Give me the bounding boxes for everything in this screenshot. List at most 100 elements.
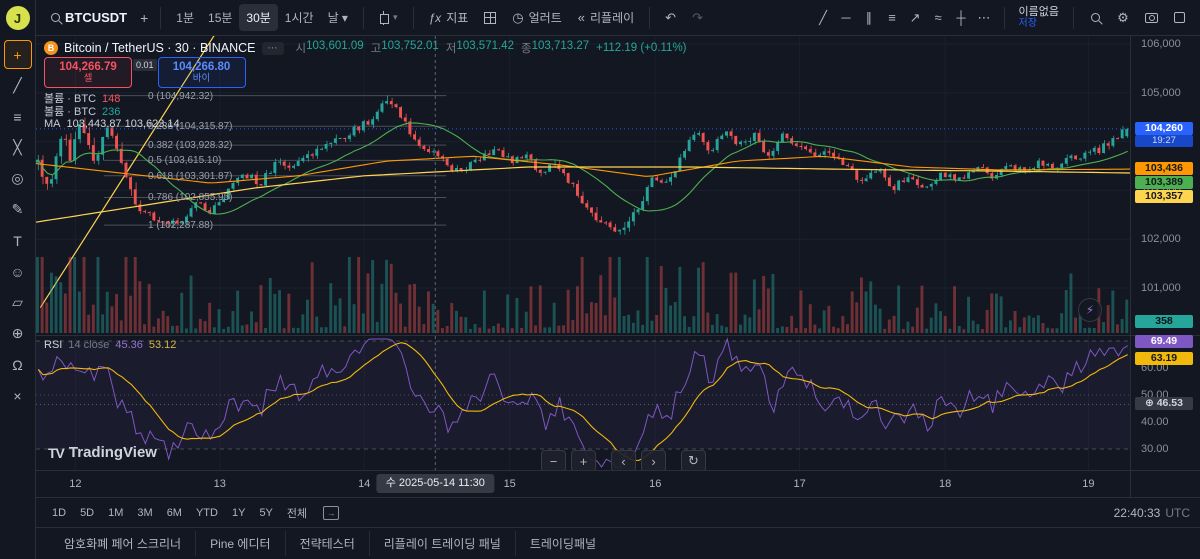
fullscreen-button[interactable] [1166, 5, 1192, 31]
timeframe-1hour[interactable]: 1시간 [278, 4, 321, 31]
range-ytd[interactable]: YTD [190, 504, 224, 522]
chevron-down-icon: ▾ [393, 12, 398, 23]
low-label: 저 [446, 40, 457, 56]
settings-button[interactable]: ⚙ [1110, 5, 1136, 31]
time-axis[interactable]: 1213141516171819수 2025-05-14 11:30 [36, 470, 1130, 497]
timeframe-1day[interactable]: 날 ▾ [321, 4, 355, 31]
range-5d[interactable]: 5D [74, 504, 100, 522]
countdown-tag: 19:27 [1135, 135, 1193, 147]
range-6m[interactable]: 6M [161, 504, 188, 522]
volume-value-tag: 358 [1135, 315, 1193, 328]
range-1y[interactable]: 1Y [226, 504, 251, 522]
quick-search-button[interactable] [1082, 5, 1108, 31]
close-value: 103,713.27 [532, 40, 590, 56]
timeframe-30min[interactable]: 30분 [239, 4, 277, 31]
brush-tool[interactable]: ✎ [4, 195, 32, 224]
order-panel: 104,266.79 셀 0.01 104,266.80 바이 [44, 57, 246, 88]
layout-save-button[interactable]: 이름없음 저장 [1013, 6, 1065, 30]
trend-line-tool[interactable]: ╱ [4, 71, 32, 100]
layout-grid-button[interactable] [477, 7, 503, 29]
range-1m[interactable]: 1M [102, 504, 129, 522]
redo-button[interactable]: ↷ [685, 5, 710, 31]
measure-tool[interactable]: ▱ [4, 288, 32, 317]
sell-button[interactable]: 104,266.79 셀 [44, 57, 132, 88]
range-1d[interactable]: 1D [46, 504, 72, 522]
fav-trend-line-icon[interactable]: ╱ [812, 6, 835, 30]
indicator-value: 236 [102, 106, 120, 119]
magnet-tool[interactable]: Ω [4, 350, 32, 379]
symbol-title[interactable]: Bitcoin / TetherUS · 30 · BINANCE [64, 41, 256, 55]
symbol-search-button[interactable]: BTCUSDT [44, 5, 134, 30]
fav-arrow-icon[interactable]: ↗ [904, 6, 927, 30]
goto-arrow-icon: → [327, 508, 336, 518]
scroll-right-button[interactable]: › [641, 450, 666, 470]
tab-trading-panel[interactable]: 트레이딩패널 [515, 531, 610, 556]
undo-icon: ↶ [665, 10, 676, 26]
fav-more-tools-icon[interactable]: ⋯ [973, 6, 996, 30]
fav-fib-retracement-icon[interactable]: ≡ [881, 6, 904, 30]
high-label: 고 [371, 40, 382, 56]
price-axis[interactable]: 106,000105,000104,000103,000102,000101,0… [1130, 36, 1200, 470]
reset-chart-button[interactable]: ↻ [681, 450, 706, 470]
fib-level-label: 0.382 (103,928.32) [148, 140, 233, 151]
rsi-axis-label: 30.00 [1141, 443, 1169, 455]
fav-curve-icon[interactable]: ≈ [927, 6, 950, 30]
zoom-in-button[interactable]: + [571, 450, 596, 470]
undo-button[interactable]: ↶ [658, 5, 683, 31]
camera-icon [1145, 13, 1158, 23]
snapshot-button[interactable] [1138, 5, 1164, 31]
boost-button[interactable]: ⚡ [1078, 298, 1102, 322]
tradingview-logo[interactable]: TV TradingView [48, 444, 157, 461]
tab-replay-trading-panel[interactable]: 리플레이 트레이딩 패널 [369, 531, 515, 556]
fib-level-label: 0.786 (102,855.95) [148, 192, 233, 203]
forecast-tool[interactable]: ◎ [4, 164, 32, 193]
change-percent: +112.19 (+0.11%) [596, 42, 686, 54]
compare-add-symbol-icon[interactable]: + [136, 10, 152, 26]
range-selector: 1D5D1M3M6MYTD1Y5Y전체 [46, 502, 313, 524]
toolbar-divider [413, 7, 414, 29]
tab-crypto-pair-screener[interactable]: 암호화폐 페어 스크리너 [50, 531, 195, 556]
emoji-tool[interactable]: ☺ [4, 257, 32, 286]
replay-button[interactable]: « 리플레이 [571, 4, 641, 31]
time-axis-label: 19 [1082, 478, 1094, 490]
fav-cross-line-icon[interactable]: ┼ [950, 6, 973, 30]
fib-level-label: 0 (104,942.32) [148, 91, 213, 102]
clock[interactable]: 22:40:33 UTC [1114, 506, 1190, 520]
toolbar-divider [363, 7, 364, 29]
eraser-tool[interactable]: × [4, 381, 32, 410]
open-value: 103,601.09 [306, 40, 364, 56]
indicators-icon: ƒx [429, 11, 442, 25]
indicators-button[interactable]: ƒx 지표 [422, 4, 476, 31]
chart-type-button[interactable]: ▾ [372, 6, 405, 30]
candlestick-icon [379, 11, 388, 25]
close-label: 종 [521, 40, 532, 56]
text-tool[interactable]: T [4, 226, 32, 255]
crosshair-tool[interactable]: + [4, 40, 32, 69]
goto-date-button[interactable]: → [323, 506, 339, 520]
timeframe-group: 1분15분30분1시간날 ▾ [169, 4, 355, 31]
legend-more-menu[interactable]: ⋯ [262, 42, 284, 55]
fav-parallel-channel-icon[interactable]: ∥ [858, 6, 881, 30]
toolbar-divider [1073, 7, 1074, 29]
bitcoin-icon: B [44, 41, 58, 55]
range-5y[interactable]: 5Y [253, 504, 278, 522]
fib-level-label: 0.5 (103,615.10) [148, 155, 221, 166]
alert-button[interactable]: ◷ 얼러트 [505, 4, 568, 31]
tab-pine-editor[interactable]: Pine 에디터 [195, 531, 284, 556]
clock-timezone: UTC [1165, 506, 1190, 520]
indicator-legend-row[interactable]: 볼륨 · BTC236 [44, 106, 180, 119]
fav-horizontal-line-icon[interactable]: ─ [835, 6, 858, 30]
timeframe-15min[interactable]: 15분 [201, 4, 239, 31]
fib-retracement-tool[interactable]: ≡ [4, 102, 32, 131]
pattern-tool[interactable]: ╳ [4, 133, 32, 162]
timeframe-1min[interactable]: 1분 [169, 4, 201, 31]
range-all[interactable]: 전체 [281, 502, 313, 524]
user-avatar[interactable]: J [6, 6, 30, 30]
zoom-in-tool[interactable]: ⊕ [4, 319, 32, 348]
zoom-out-button[interactable]: − [541, 450, 566, 470]
symbol-name: BTCUSDT [65, 10, 127, 25]
buy-button[interactable]: 104,266.80 바이 [158, 57, 246, 88]
range-3m[interactable]: 3M [131, 504, 158, 522]
tab-strategy-tester[interactable]: 전략테스터 [285, 531, 369, 556]
scroll-left-button[interactable]: ‹ [611, 450, 636, 470]
